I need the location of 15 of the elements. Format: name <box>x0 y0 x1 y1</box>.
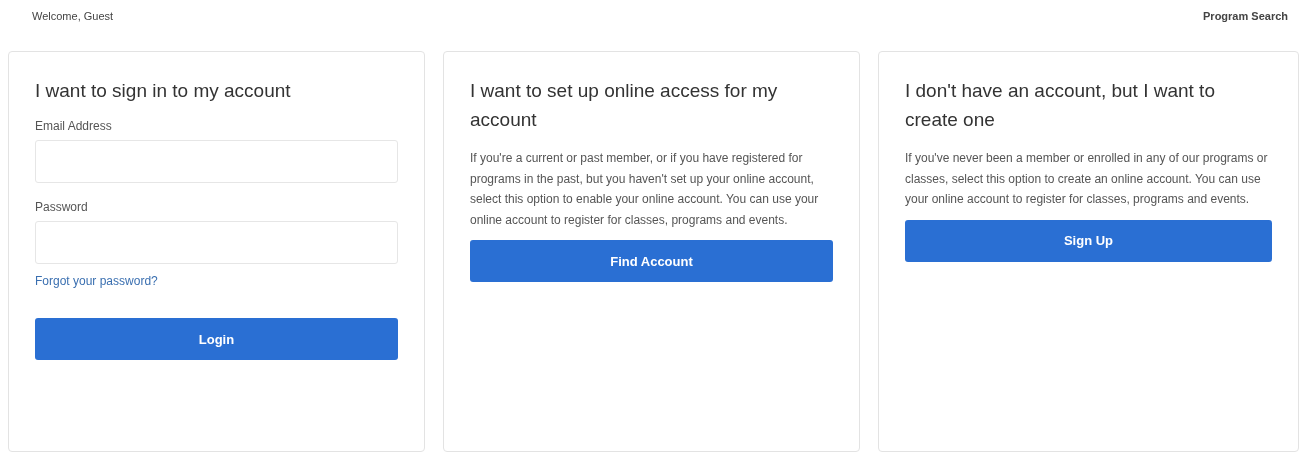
input-field[interactable] <box>35 140 398 183</box>
card-title: I don't have an account, but I want to create one <box>905 79 1216 132</box>
action-button[interactable]: Sign Up <box>905 219 1272 262</box>
description-text: If you've never been a member or enrolled in any of our programs or classes, select this option to create an online account. You can use your online account to register for classes, programs and events. <box>905 150 1269 208</box>
field-label: Password <box>35 200 88 214</box>
login-button[interactable]: Login <box>35 318 398 360</box>
program-search-link[interactable]: Program Search <box>1203 10 1288 22</box>
field-label: Email Address <box>35 119 112 133</box>
card-title: I want to set up online access for my account <box>470 79 779 132</box>
input-field[interactable] <box>35 221 398 264</box>
welcome-text: Welcome, Guest <box>32 10 114 22</box>
action-button[interactable]: Find Account <box>470 240 833 282</box>
description-text: If you're a current or past member, or if you have registered for programs in the past, but you haven't set up your online account, select this option to enable your online account. You can use your online account to register for classes, programs and events. <box>470 150 820 229</box>
card-title: I want to sign in to my account <box>35 79 292 103</box>
forgot-password-link[interactable]: Forgot your password? <box>35 274 158 288</box>
